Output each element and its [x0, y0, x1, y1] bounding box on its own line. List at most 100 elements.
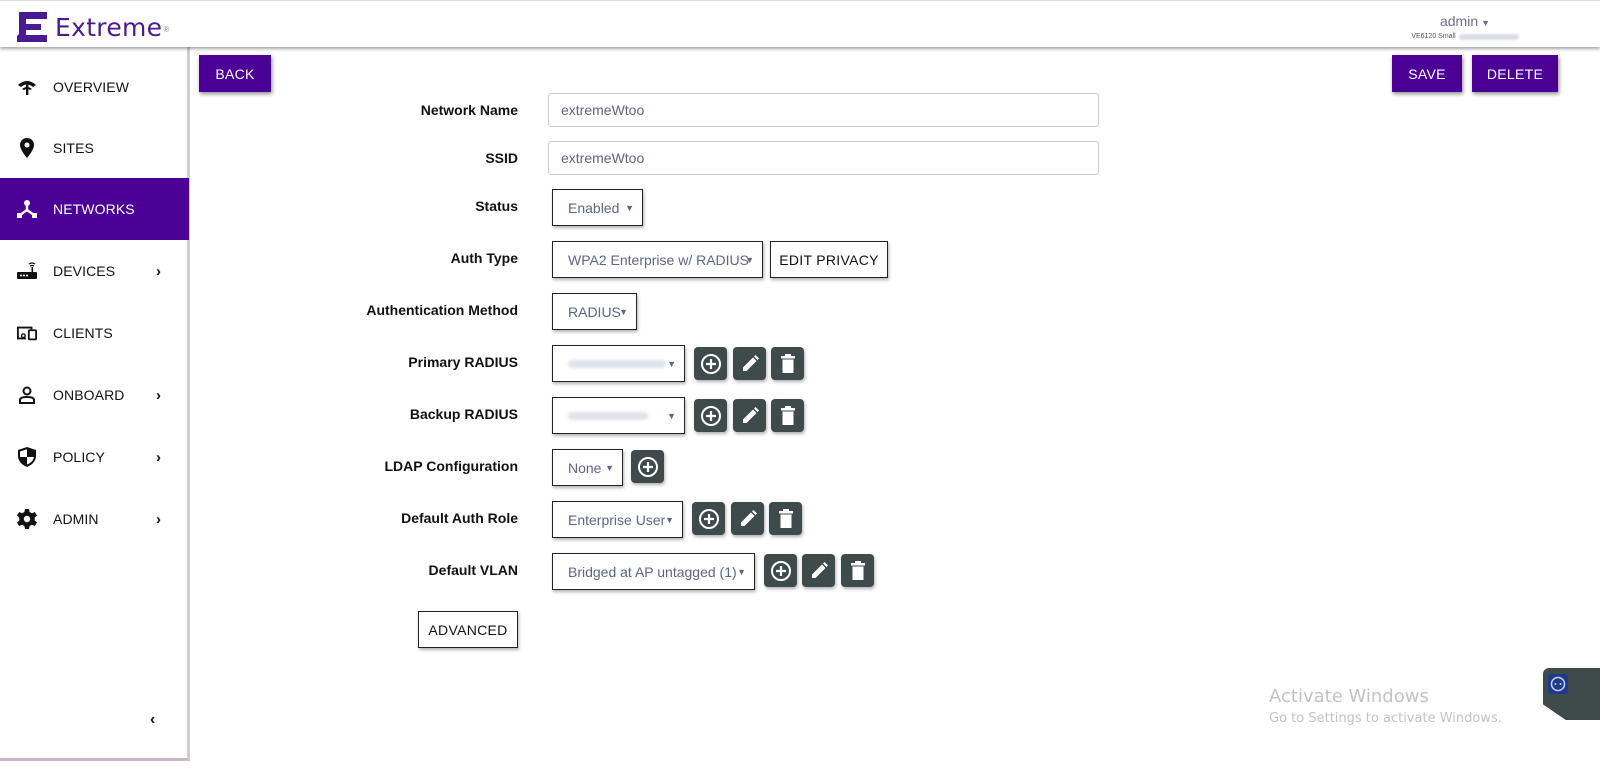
auth-method-select[interactable]: RADIUS ▼	[552, 293, 637, 330]
device-model: VE6120 Small	[1411, 33, 1456, 40]
nav-label: POLICY	[53, 449, 105, 465]
ldap-label: LDAP Configuration	[384, 458, 518, 474]
plus-circle-icon	[700, 353, 721, 374]
user-menu[interactable]: admin ▼ VE6120 Small	[1400, 13, 1530, 40]
default-auth-role-select[interactable]: Enterprise User ▼	[552, 501, 683, 538]
backup-radius-label: Backup RADIUS	[409, 406, 518, 422]
registered-mark: ®	[163, 24, 170, 34]
caret-down-icon: ▼	[625, 202, 634, 213]
add-auth-role-button[interactable]	[692, 502, 725, 535]
gear-icon	[17, 509, 37, 529]
chevron-right-icon: ›	[156, 448, 161, 466]
trash-icon	[850, 560, 865, 580]
ssid-label: SSID	[485, 150, 518, 166]
delete-primary-radius-button[interactable]	[771, 347, 804, 380]
nav-label: SITES	[53, 140, 94, 156]
status-value: Enabled	[568, 199, 620, 216]
ssid-input[interactable]	[548, 141, 1099, 175]
trash-icon	[778, 508, 793, 528]
plus-circle-icon	[637, 456, 658, 477]
sidebar-item-admin[interactable]: ADMIN ›	[0, 488, 189, 550]
caret-down-icon[interactable]: ▼	[1481, 18, 1490, 28]
top-header: Extreme ® admin ▼ VE6120 Small	[0, 0, 1600, 47]
trash-icon	[780, 353, 795, 373]
sidebar-item-clients[interactable]: CLIENTS	[0, 302, 189, 364]
network-name-label: Network Name	[420, 102, 518, 118]
auth-type-label: Auth Type	[450, 250, 518, 266]
nav-label: OVERVIEW	[53, 79, 130, 95]
floating-side-widget[interactable]	[1543, 668, 1600, 720]
ldap-value: None	[568, 459, 602, 476]
plus-circle-icon	[698, 508, 719, 529]
plus-circle-icon	[770, 560, 791, 581]
extreme-logo-icon	[17, 12, 47, 42]
redacted-primary-radius	[568, 359, 666, 368]
sidebar-item-devices[interactable]: DEVICES ›	[0, 240, 189, 302]
collapse-sidebar-icon[interactable]: ‹	[150, 711, 155, 729]
nav-label: DEVICES	[53, 263, 116, 279]
map-pin-icon	[17, 138, 37, 158]
network-name-input[interactable]	[548, 93, 1099, 127]
primary-radius-select[interactable]: ▼	[552, 345, 685, 382]
extreme-logo[interactable]: Extreme ®	[17, 12, 169, 42]
advanced-button[interactable]: ADVANCED	[418, 611, 518, 648]
sidebar-item-policy[interactable]: POLICY ›	[0, 426, 189, 488]
default-vlan-select[interactable]: Bridged at AP untagged (1) ▼	[552, 553, 755, 590]
trash-icon	[780, 405, 795, 425]
delete-auth-role-button[interactable]	[769, 502, 802, 535]
brand-name: Extreme	[55, 12, 163, 42]
back-button[interactable]: BACK	[199, 55, 271, 92]
caret-down-icon: ▼	[665, 514, 674, 525]
auth-type-select[interactable]: WPA2 Enterprise w/ RADIUS ▼	[552, 241, 763, 278]
watermark-subtitle: Go to Settings to activate Windows.	[1269, 711, 1502, 726]
delete-vlan-button[interactable]	[841, 554, 874, 587]
caret-down-icon: ▼	[605, 462, 614, 473]
pencil-icon	[740, 509, 757, 526]
ldap-select[interactable]: None ▼	[552, 449, 623, 486]
default-vlan-value: Bridged at AP untagged (1)	[568, 563, 737, 580]
device-info: VE6120 Small	[1400, 33, 1530, 40]
edit-privacy-button[interactable]: EDIT PRIVACY	[770, 241, 888, 278]
add-vlan-button[interactable]	[764, 554, 797, 587]
pencil-icon	[742, 354, 759, 371]
add-primary-radius-button[interactable]	[694, 347, 727, 380]
edit-vlan-button[interactable]	[802, 554, 835, 587]
delete-backup-radius-button[interactable]	[771, 399, 804, 432]
sidebar-item-onboard[interactable]: ONBOARD ›	[0, 364, 189, 426]
network-topology-icon	[17, 199, 37, 219]
pencil-icon	[742, 406, 759, 423]
delete-button[interactable]: DELETE	[1472, 55, 1558, 92]
chevron-right-icon: ›	[156, 510, 161, 528]
edit-backup-radius-button[interactable]	[733, 399, 766, 432]
save-button[interactable]: SAVE	[1392, 55, 1462, 92]
activate-windows-watermark: Activate Windows Go to Settings to activ…	[1269, 686, 1502, 726]
backup-radius-select[interactable]: ▼	[552, 397, 685, 434]
watermark-title: Activate Windows	[1269, 686, 1429, 707]
status-select[interactable]: Enabled ▼	[552, 189, 643, 226]
redacted-device-name	[1458, 33, 1519, 40]
shield-icon	[17, 447, 37, 467]
nav-label: NETWORKS	[53, 201, 135, 217]
default-auth-role-value: Enterprise User	[568, 511, 666, 528]
edit-auth-role-button[interactable]	[731, 502, 764, 535]
sidebar-item-overview[interactable]: OVERVIEW	[0, 56, 189, 118]
caret-down-icon: ▼	[667, 358, 676, 369]
pencil-icon	[811, 561, 828, 578]
caret-down-icon: ▼	[667, 410, 676, 421]
edit-primary-radius-button[interactable]	[733, 347, 766, 380]
user-name[interactable]: admin	[1440, 13, 1478, 29]
chevron-right-icon: ›	[156, 386, 161, 404]
wifi-signal-icon	[17, 77, 37, 97]
status-label: Status	[475, 198, 518, 214]
sidebar-item-sites[interactable]: SITES	[0, 117, 189, 179]
add-backup-radius-button[interactable]	[694, 399, 727, 432]
devices-icon	[17, 323, 37, 343]
add-ldap-button[interactable]	[631, 450, 664, 483]
auth-method-label: Authentication Method	[366, 302, 518, 318]
nav-label: CLIENTS	[53, 325, 113, 341]
caret-down-icon: ▼	[737, 566, 746, 577]
auth-method-value: RADIUS	[568, 303, 621, 320]
default-auth-role-label: Default Auth Role	[401, 510, 518, 526]
sidebar-item-networks[interactable]: NETWORKS	[0, 178, 189, 240]
chevron-right-icon: ›	[156, 262, 161, 280]
